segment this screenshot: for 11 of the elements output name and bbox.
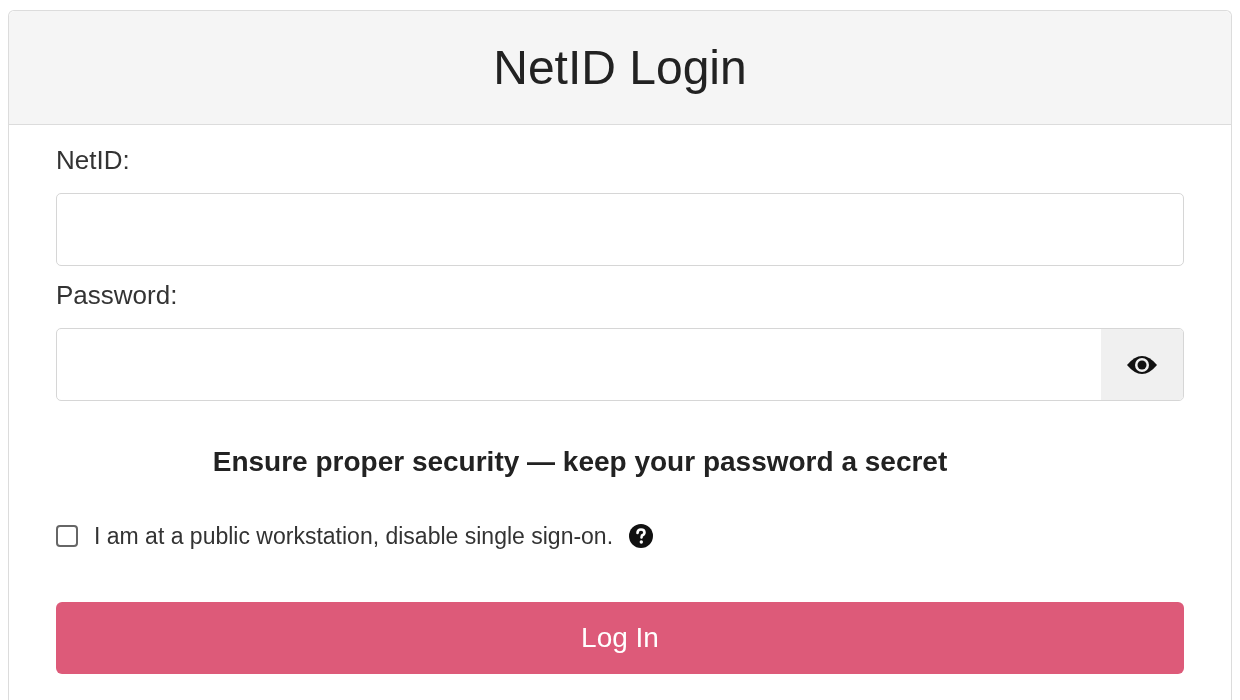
field-label: NetID:	[56, 144, 131, 177]
netid-field[interactable]	[56, 193, 1184, 266]
security-notice: Ensure proper security — keep your password a secret	[212, 445, 948, 479]
show-password-button[interactable]	[1101, 329, 1183, 400]
sso-checkbox[interactable]	[56, 525, 78, 548]
password-field[interactable]	[56, 328, 1184, 401]
sso-label[interactable]: I am at a public workstation, disable single sign-on.	[94, 519, 614, 554]
help-icon[interactable]	[629, 524, 654, 549]
login-button[interactable]: Log In	[56, 601, 1184, 674]
login-title: NetID Login	[493, 39, 747, 96]
field-label: Password:	[56, 279, 179, 312]
